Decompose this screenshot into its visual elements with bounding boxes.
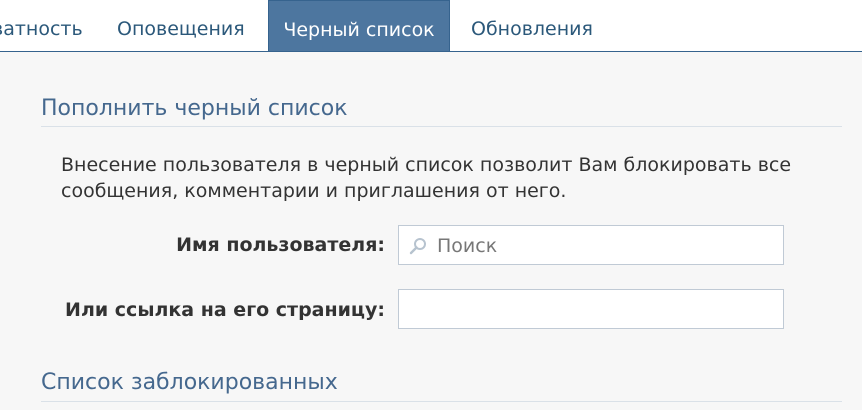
username-search-input[interactable]: Поиск <box>398 225 784 265</box>
blocked-list-title: Список заблокированных <box>41 370 338 395</box>
blacklist-description: Внесение пользователя в черный список по… <box>61 154 792 202</box>
tab-updates[interactable]: Обновления <box>471 0 611 52</box>
username-placeholder: Поиск <box>437 235 498 257</box>
search-icon <box>409 238 426 255</box>
tab-blacklist[interactable]: Черный список <box>268 0 450 52</box>
profile-link-input[interactable] <box>398 289 784 329</box>
section-divider <box>41 126 842 127</box>
add-to-blacklist-title: Пополнить черный список <box>41 96 348 121</box>
tab-privacy[interactable]: ватность <box>0 0 96 52</box>
tab-bar: ватность Оповещения Черный список Обновл… <box>0 0 862 52</box>
section-divider <box>41 401 842 402</box>
profile-link-label: Или ссылка на его страницу: <box>65 299 385 321</box>
username-label: Имя пользователя: <box>176 234 385 256</box>
tab-notifications[interactable]: Оповещения <box>117 0 257 52</box>
